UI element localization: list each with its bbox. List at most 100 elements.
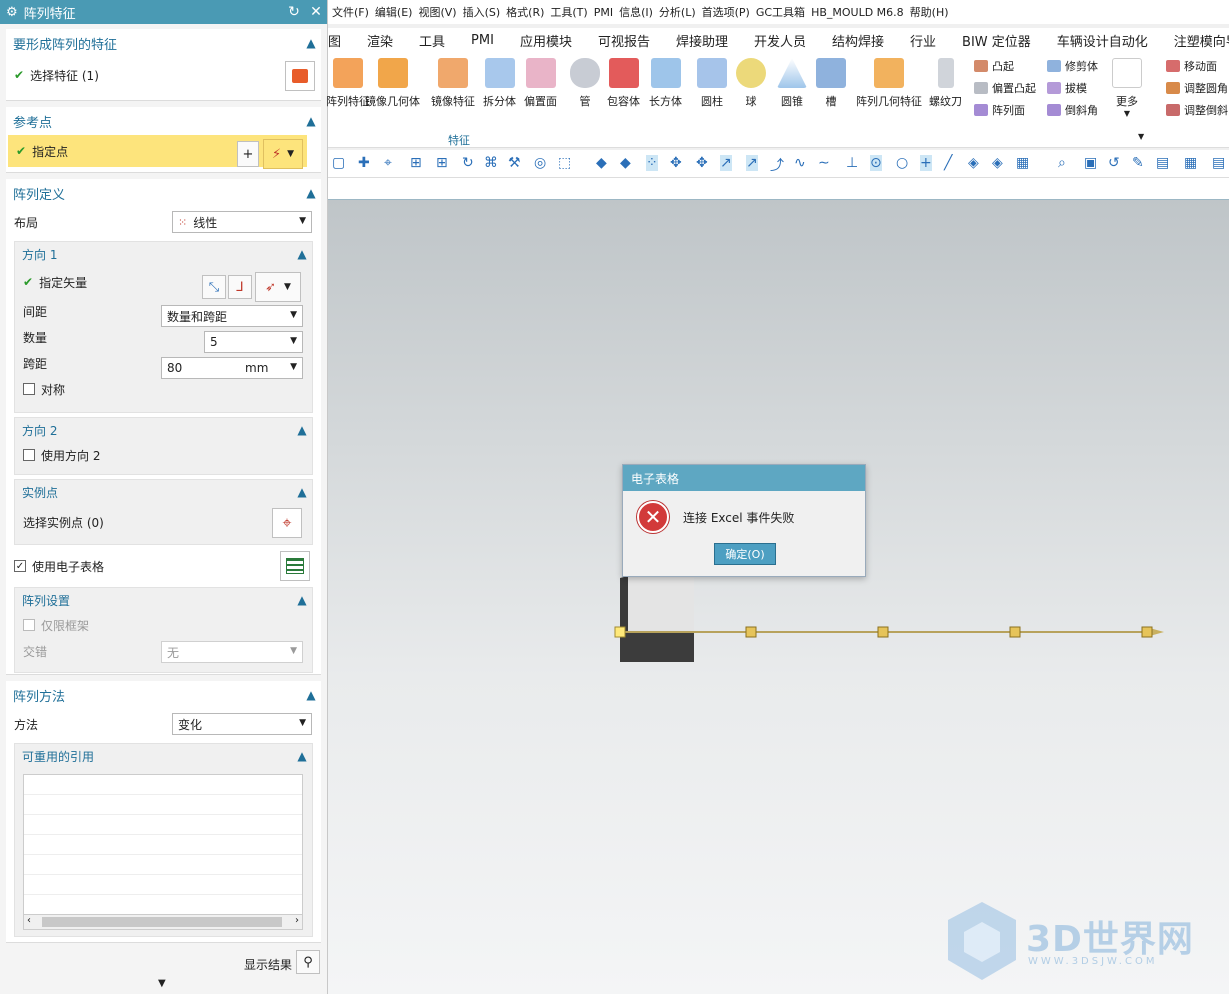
use-direction2-row[interactable]: 使用方向 2 <box>15 442 312 468</box>
tab-render[interactable]: 渲染 <box>354 31 406 50</box>
tab-developer[interactable]: 开发人员 <box>741 31 819 50</box>
reusable-refs-header[interactable]: 可重用的引用 ▲ <box>15 744 312 768</box>
tab-biw[interactable]: BIW 定位器 <box>949 31 1044 50</box>
features-section-header[interactable]: 要形成阵列的特征 ▲ <box>6 29 321 57</box>
select-instance-row[interactable]: 选择实例点 (0) <box>15 504 312 540</box>
snap-icon-8[interactable]: ⚒ <box>508 155 521 171</box>
ribbon-emboss[interactable]: 凸起 <box>974 58 1014 74</box>
ribbon-mirror-feature[interactable]: 镜像特征 <box>431 58 475 109</box>
snap-icon-28[interactable]: ▦ <box>1016 155 1029 171</box>
ribbon-offset-emboss[interactable]: 偏置凸起 <box>974 80 1036 96</box>
snap-icon-21[interactable]: ⊥ <box>846 155 858 171</box>
reusable-refs-list[interactable] <box>23 774 303 930</box>
ribbon-pattern-face[interactable]: 阵列面 <box>974 102 1025 118</box>
settings-header[interactable]: 阵列设置 ▲ <box>15 588 312 612</box>
ribbon-resize-blend[interactable]: 调整圆角 <box>1166 80 1228 96</box>
point-dialog-button[interactable]: + <box>237 141 259 167</box>
snap-icon-34[interactable]: ▦ <box>1184 155 1197 171</box>
close-icon[interactable]: ✕ <box>305 4 327 20</box>
ribbon-sphere[interactable]: 球 <box>736 58 766 109</box>
ribbon-cylinder[interactable]: 圆柱 <box>697 58 727 109</box>
select-feature-row[interactable]: ✔ 选择特征 (1) <box>6 57 321 93</box>
menu-item-analysis[interactable]: 分析(L) <box>659 4 696 20</box>
ribbon-bounding-body[interactable]: 包容体 <box>607 58 640 109</box>
snap-icon-3[interactable]: ⌖ <box>384 155 392 171</box>
collapse-icon[interactable]: ▲ <box>292 749 312 763</box>
group-expand-icon[interactable]: ▼ <box>1138 132 1144 141</box>
graphics-viewport[interactable] <box>328 200 1229 994</box>
snap-icon-15[interactable]: ✥ <box>696 155 708 171</box>
snap-icon-35[interactable]: ▤ <box>1212 155 1225 171</box>
snap-icon-5[interactable]: ⊞ <box>436 155 448 171</box>
snap-icon-12[interactable]: ◆ <box>620 155 631 171</box>
ribbon-mirror-geometry[interactable]: 镜像几何体 <box>365 58 420 109</box>
menu-item-info[interactable]: 信息(I) <box>619 4 653 20</box>
snap-icon-18[interactable]: ⤴ <box>770 155 784 175</box>
collapse-icon[interactable]: ▲ <box>301 688 321 702</box>
expand-more-icon[interactable]: ▼ <box>158 978 166 989</box>
reverse-direction-button[interactable]: ⤡ <box>202 275 226 299</box>
snap-icon-30[interactable]: ▣ <box>1084 155 1097 171</box>
ribbon-draft[interactable]: 拔模 <box>1047 80 1087 96</box>
snap-icon-2[interactable]: ✚ <box>358 155 370 171</box>
snap-icon-4[interactable]: ⊞ <box>410 155 422 171</box>
tab-weld-assistant[interactable]: 焊接助理 <box>663 31 741 50</box>
scroll-right-icon[interactable]: › <box>295 915 299 926</box>
snap-icon-31[interactable]: ↺ <box>1108 155 1120 171</box>
reset-icon[interactable]: ↻ <box>283 4 305 20</box>
collapse-icon[interactable]: ▲ <box>301 36 321 50</box>
menu-item-edit[interactable]: 编辑(E) <box>375 4 413 20</box>
tab-tools[interactable]: 工具 <box>406 31 458 50</box>
snap-icon-7[interactable]: ⌘ <box>484 155 498 171</box>
ribbon-split-body[interactable]: 拆分体 <box>483 58 516 109</box>
scroll-left-icon[interactable]: ‹ <box>27 915 31 926</box>
menu-item-insert[interactable]: 插入(S) <box>463 4 501 20</box>
snap-icon-9[interactable]: ◎ <box>534 155 546 171</box>
ribbon-resize-chamfer[interactable]: 调整倒斜 <box>1166 102 1228 118</box>
select-feature-button[interactable] <box>285 61 315 91</box>
menu-item-help[interactable]: 帮助(H) <box>910 4 949 20</box>
collapse-icon[interactable]: ▲ <box>301 186 321 200</box>
use-spreadsheet-checkbox[interactable]: ✓ <box>14 560 26 572</box>
use-spreadsheet-row[interactable]: ✓ 使用电子表格 <box>6 549 321 583</box>
menu-item-preferences[interactable]: 首选项(P) <box>702 4 750 20</box>
collapse-icon[interactable]: ▲ <box>292 485 312 499</box>
menu-item-pmi[interactable]: PMI <box>594 6 613 19</box>
ribbon-tube[interactable]: 管 <box>570 58 600 109</box>
snap-icon-26[interactable]: ◈ <box>968 155 979 171</box>
symmetric-checkbox[interactable] <box>23 383 35 395</box>
menu-item-format[interactable]: 格式(R) <box>506 4 544 20</box>
symmetric-row[interactable]: 对称 <box>15 376 312 402</box>
snap-icon-1[interactable]: ▢ <box>332 155 345 171</box>
ribbon-cone[interactable]: 圆锥 <box>777 58 807 109</box>
definition-section-header[interactable]: 阵列定义 ▲ <box>6 179 321 207</box>
snap-icon-10[interactable]: ⬚ <box>558 155 571 171</box>
horizontal-scrollbar[interactable]: ‹ › <box>23 914 303 930</box>
menu-item-tools[interactable]: 工具(T) <box>550 4 587 20</box>
tab-vehicle-design[interactable]: 车辆设计自动化 <box>1044 31 1161 50</box>
method-section-header[interactable]: 阵列方法 ▲ <box>6 681 321 709</box>
chevron-down-icon[interactable]: ▼ <box>284 282 291 292</box>
snap-icon-22[interactable]: ⊙ <box>870 155 882 171</box>
show-result-button[interactable]: ⚲ <box>296 950 320 974</box>
tab-structural-weld[interactable]: 结构焊接 <box>819 31 897 50</box>
tab-view[interactable]: 图 <box>328 31 354 50</box>
layout-select[interactable]: ⁙ 线性 ▼ <box>172 211 312 233</box>
snap-icon-23[interactable]: ○ <box>896 155 908 171</box>
snap-icon-6[interactable]: ↻ <box>462 155 474 171</box>
collapse-icon[interactable]: ▲ <box>292 247 312 261</box>
ok-button[interactable]: 确定(O) <box>714 543 776 565</box>
snap-icon-17[interactable]: ↗ <box>746 155 758 171</box>
method-select[interactable]: 变化 ▼ <box>172 713 312 735</box>
tab-visual-report[interactable]: 可视报告 <box>585 31 663 50</box>
collapse-icon[interactable]: ▲ <box>292 593 312 607</box>
tab-pmi[interactable]: PMI <box>458 33 507 48</box>
collapse-icon[interactable]: ▲ <box>292 423 312 437</box>
snap-icon-13[interactable]: ⁘ <box>646 155 658 171</box>
ribbon-chamfer[interactable]: 倒斜角 <box>1047 102 1098 118</box>
instance-points-header[interactable]: 实例点 ▲ <box>15 480 312 504</box>
snap-icon-20[interactable]: ∼ <box>818 155 830 171</box>
scroll-thumb[interactable] <box>42 917 282 927</box>
vector-dialog-button[interactable]: ⅃ <box>228 275 252 299</box>
spreadsheet-button[interactable] <box>280 551 310 581</box>
